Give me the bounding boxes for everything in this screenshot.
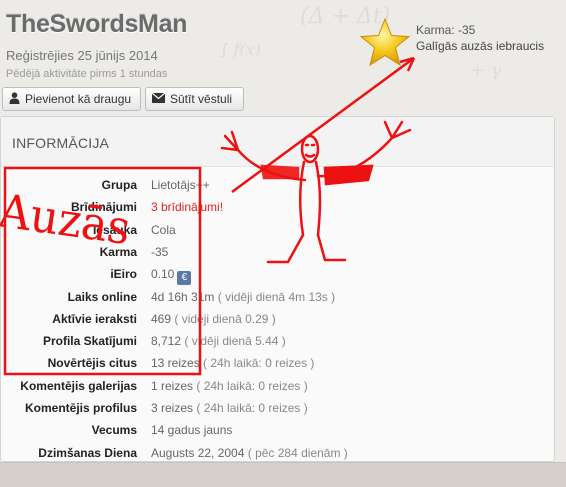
add-friend-button[interactable]: Pievienot kā draugu	[2, 87, 141, 111]
info-row: Iesauka Cola	[0, 223, 540, 243]
karma-status: Galīgās auzās iebraucis	[416, 39, 545, 53]
registration-date: Reģistrējies 25 jūnijs 2014	[6, 48, 158, 63]
info-row-label: Profila Skatījumi	[42, 334, 137, 349]
info-row-value: 3 reizes ( 24h laikā: 0 reizes )	[151, 401, 308, 415]
karma-star-icon	[358, 17, 412, 74]
info-row: Komentējis galerijas 1 reizes ( 24h laikā…	[0, 379, 540, 399]
info-row-extra: ( vidēji dienā 4m 13s )	[217, 289, 336, 304]
info-row-main-value: 3 reizes	[151, 401, 194, 415]
info-row-label: Grupa	[101, 178, 137, 192]
info-panel-title: INFORMĀCIJA	[12, 135, 110, 151]
karma-box: Karma: -35 Galīgās auzās iebraucis	[416, 22, 544, 54]
info-row-value: 13 reizes ( 24h laikā: 0 reizes )	[151, 356, 314, 370]
info-row-label: Aktīvie ieraksti	[52, 311, 137, 326]
info-row-label: Komentējis profilus	[24, 401, 137, 415]
info-row-main-value: 8,712	[151, 334, 182, 349]
user-icon	[9, 91, 20, 107]
info-row-main-value: 4d 16h 31m	[151, 289, 215, 304]
info-row-extra: ( vidēji dienā 0.29 )	[174, 311, 276, 326]
bottom-bar	[0, 462, 566, 487]
info-row-extra: ( 24h laikā: 0 reizes )	[203, 356, 315, 371]
info-row: Profila Skatījumi 8,712 ( vidēji dienā 5.…	[0, 334, 540, 354]
info-row-main-value: 469	[151, 311, 172, 326]
info-row: Brīdinājumi 3 brīdinājumi!	[0, 200, 540, 220]
info-row: Komentējis profilus 3 reizes ( 24h laikā:…	[0, 401, 540, 421]
info-row-value: Cola	[151, 223, 176, 237]
info-row: Vecums 14 gadus jauns	[0, 423, 540, 443]
info-row-extra: ( 24h laikā: 0 reizes )	[196, 378, 308, 393]
info-row-value: 8,712 ( vidēji dienā 5.44 )	[151, 334, 286, 348]
info-row-main-value: Lietotājs++	[151, 178, 210, 192]
info-row-label: Iesauka	[92, 222, 137, 237]
info-row-label: Laiks online	[67, 289, 137, 304]
info-row-value: 0.10 €	[151, 267, 192, 286]
info-row-extra: ( vidēji dienā 5.44 )	[184, 334, 286, 349]
info-row-label: Dzimšanas Diena	[38, 445, 137, 460]
info-row-label: iEiro	[110, 267, 137, 282]
background-doodle: ∫ f(x)	[220, 40, 261, 59]
envelope-icon	[151, 92, 166, 106]
info-row: Aktīvie ieraksti 469 ( vidēji dienā 0.29 …	[0, 312, 540, 332]
info-row-extra: ( 24h laikā: 0 reizes )	[196, 401, 308, 415]
info-row-label: Karma	[99, 244, 137, 259]
info-row-value: 4d 16h 31m ( vidēji dienā 4m 13s )	[151, 290, 335, 304]
profile-username: TheSwordsMan	[6, 10, 188, 38]
info-row-label: Brīdinājumi	[70, 200, 137, 215]
info-row-label: Komentējis galerijas	[20, 378, 137, 393]
info-row-value: -35	[151, 245, 168, 259]
info-row-main-value: 14 gadus jauns	[151, 423, 233, 438]
info-row-extra: ( pēc 284 dienām )	[247, 445, 348, 460]
info-row: iEiro 0.10 €	[0, 267, 540, 287]
karma-value: Karma: -35	[416, 23, 476, 37]
info-row-value: 1 reizes ( 24h laikā: 0 reizes )	[151, 379, 308, 393]
info-row-label: Vecums	[91, 423, 137, 438]
info-row-main-value: 1 reizes	[151, 378, 194, 393]
info-row-value: 3 brīdinājumi!	[151, 200, 223, 214]
info-panel-header: INFORMĀCIJA	[1, 117, 554, 167]
info-row-value: Lietotājs++	[151, 178, 210, 192]
send-message-label: Sūtīt vēstuli	[170, 92, 233, 106]
info-row-main-value: 0.10	[151, 267, 175, 282]
background-doodle: + γ	[470, 60, 502, 81]
euro-icon: €	[177, 271, 192, 286]
last-activity: Pēdējā aktivitāte pirms 1 stundas	[6, 68, 168, 80]
info-row: Laiks online 4d 16h 31m ( vidēji dienā 4m…	[0, 290, 540, 310]
info-row: Novērtējis citus 13 reizes ( 24h laikā: 0…	[0, 356, 540, 376]
info-row: Grupa Lietotājs++	[0, 178, 540, 198]
info-row-main-value: 3 brīdinājumi!	[151, 200, 224, 215]
info-row-value: Augusts 22, 2004 ( pēc 284 dienām )	[151, 446, 348, 460]
info-row-main-value: Augusts 22, 2004	[151, 445, 245, 460]
info-row-value: 14 gadus jauns	[151, 423, 232, 437]
add-friend-label: Pievienot kā draugu	[25, 92, 132, 106]
info-row-main-value: Cola	[151, 222, 176, 237]
info-row-main-value: 13 reizes	[151, 356, 200, 371]
info-row: Karma -35	[0, 245, 540, 265]
info-row-value: 469 ( vidēji dienā 0.29 )	[151, 312, 276, 326]
info-row-main-value: -35	[151, 244, 169, 259]
info-row-label: Novērtējis citus	[47, 356, 137, 371]
send-message-button[interactable]: Sūtīt vēstuli	[145, 87, 244, 111]
